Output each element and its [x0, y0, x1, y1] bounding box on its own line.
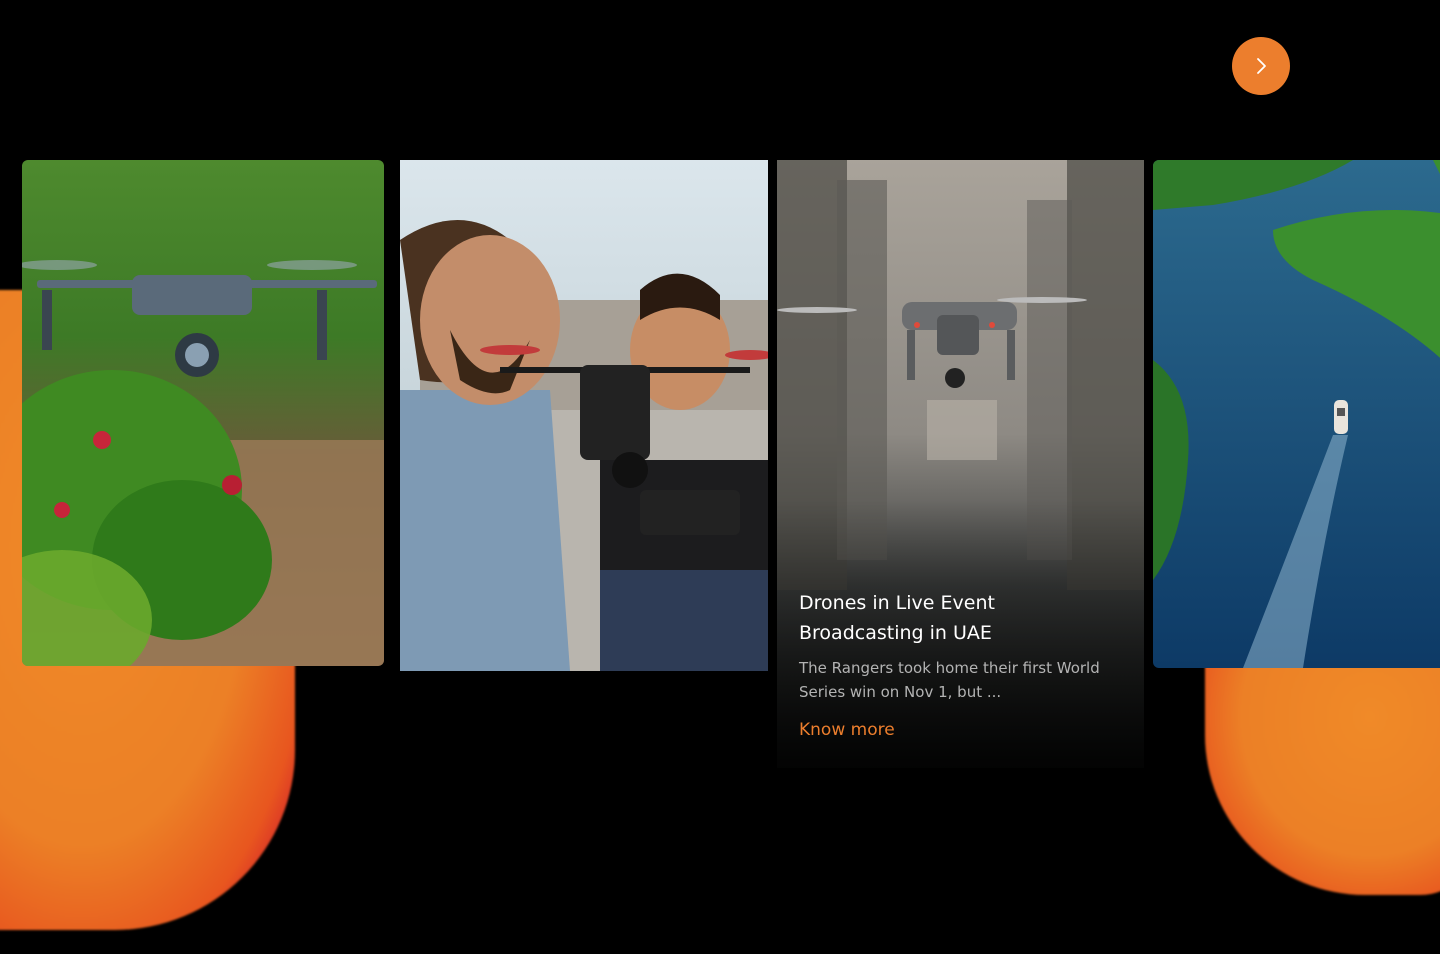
- drone-field-image: [22, 160, 384, 666]
- chevron-right-icon: [1257, 58, 1266, 74]
- carousel-card-training[interactable]: [400, 160, 768, 671]
- card-info: Drones in Live Event Broadcasting in UAE…: [799, 588, 1122, 740]
- card-description: The Rangers took home their first World …: [799, 659, 1100, 701]
- know-more-link[interactable]: Know more: [799, 720, 895, 740]
- card-title: Drones in Live Event Broadcasting in UAE: [799, 592, 995, 644]
- men-with-drone-image: [400, 160, 768, 671]
- carousel-card-river[interactable]: [1153, 160, 1440, 668]
- aerial-river-image: [1153, 160, 1440, 668]
- carousel-card-agriculture[interactable]: [22, 160, 384, 666]
- decorative-orange-blob-right: [1205, 640, 1440, 895]
- carousel-card-live-event[interactable]: Drones in Live Event Broadcasting in UAE…: [777, 160, 1144, 768]
- carousel-next-button[interactable]: [1232, 37, 1290, 95]
